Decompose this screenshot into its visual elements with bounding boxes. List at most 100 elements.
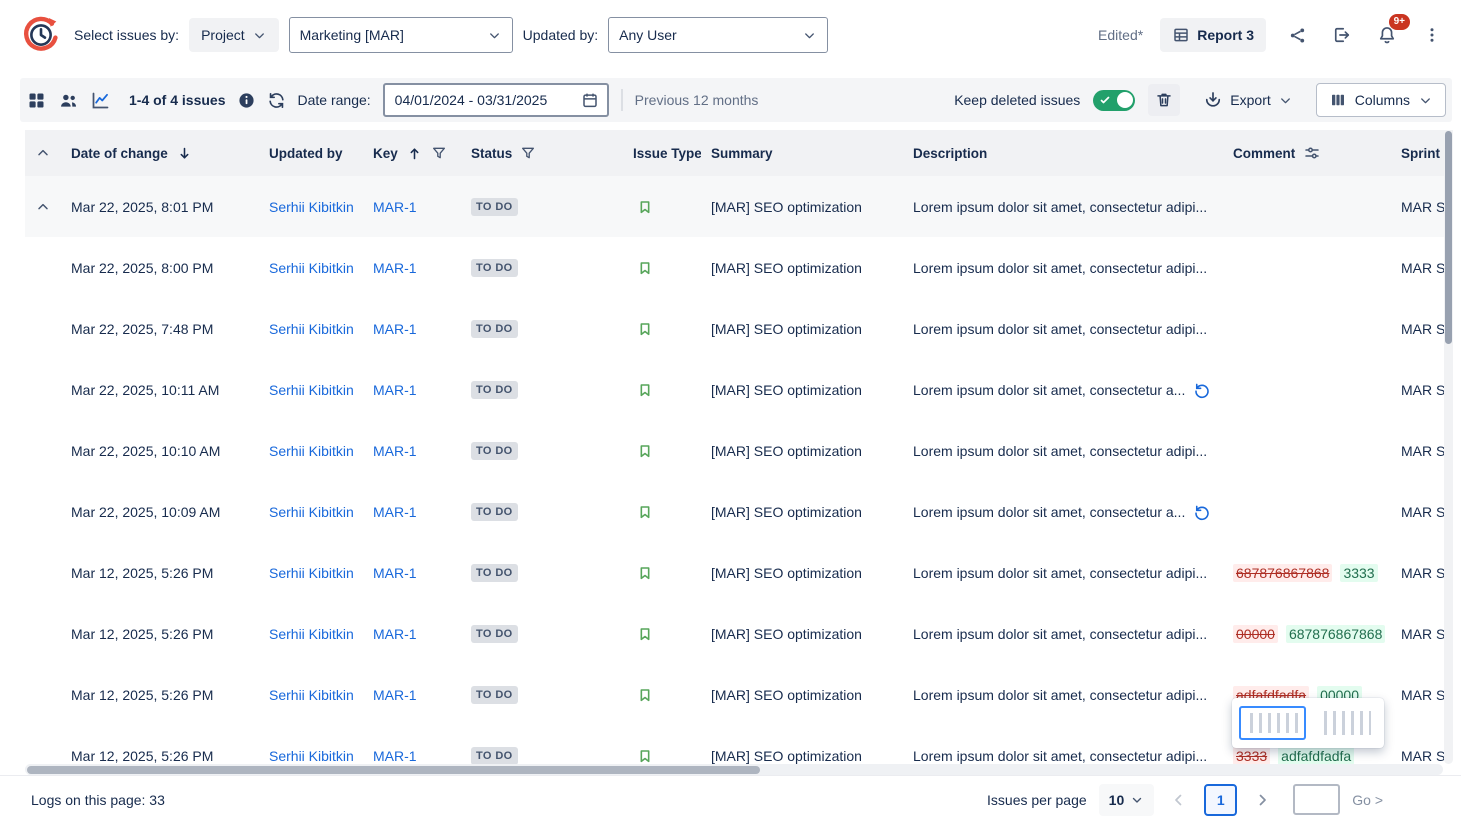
issue-key-link[interactable]: MAR-1 — [373, 748, 417, 764]
issue-key-link[interactable]: MAR-1 — [373, 382, 417, 398]
history-icon[interactable] — [1193, 381, 1211, 399]
table-row[interactable]: Mar 22, 2025, 8:01 PM Serhii Kibitkin MAR-… — [25, 176, 1453, 237]
table-row[interactable]: Mar 12, 2025, 5:26 PM Serhii Kibitkin MAR-… — [25, 542, 1453, 603]
prev-page-icon[interactable] — [1166, 787, 1192, 813]
issue-key-link[interactable]: MAR-1 — [373, 626, 417, 642]
check-icon — [1099, 94, 1111, 106]
sort-desc-icon[interactable] — [176, 145, 193, 162]
delete-report-button[interactable] — [1148, 84, 1180, 116]
columns-button[interactable]: Columns — [1316, 83, 1446, 117]
info-icon[interactable] — [238, 92, 255, 109]
notification-badge: 9+ — [1389, 14, 1410, 30]
description-cell: Lorem ipsum dolor sit amet, consectetur … — [903, 321, 1223, 337]
column-header-description[interactable]: Description — [903, 146, 1223, 161]
keep-deleted-toggle[interactable] — [1093, 90, 1135, 111]
users-view-icon[interactable] — [58, 90, 79, 111]
vertical-scrollbar[interactable] — [1444, 130, 1453, 764]
export-button[interactable]: Export — [1193, 83, 1302, 117]
status-badge: TO DO — [471, 686, 518, 704]
issue-key-link[interactable]: MAR-1 — [373, 321, 417, 337]
date-of-change-cell: Mar 22, 2025, 8:00 PM — [61, 260, 259, 276]
vertical-scrollbar-thumb[interactable] — [1445, 131, 1452, 344]
chart-view-icon[interactable] — [90, 90, 111, 111]
date-of-change-cell: Mar 22, 2025, 10:10 AM — [61, 443, 259, 459]
report-button-label: Report 3 — [1197, 27, 1254, 43]
current-page[interactable]: 1 — [1204, 784, 1237, 816]
comment-old-value: 3333 — [1233, 747, 1270, 765]
export-app-icon[interactable] — [1328, 21, 1356, 49]
updated-by-link[interactable]: Serhii Kibitkin — [269, 199, 354, 215]
column-header-sprint[interactable]: Sprint — [1391, 146, 1451, 161]
collapse-row-icon[interactable] — [35, 199, 51, 215]
column-header-status[interactable]: Status — [461, 145, 623, 161]
per-page-select[interactable]: 10 — [1099, 784, 1155, 816]
sprint-cell: MAR S — [1391, 565, 1451, 581]
comment-settings-icon[interactable] — [1303, 144, 1321, 162]
updated-by-link[interactable]: Serhii Kibitkin — [269, 443, 354, 459]
notifications-icon[interactable]: 9+ — [1373, 21, 1401, 49]
story-issue-type-icon — [637, 198, 653, 216]
horizontal-scrollbar-thumb[interactable] — [27, 766, 760, 774]
summary-cell: [MAR] SEO optimization — [701, 565, 903, 581]
summary-cell: [MAR] SEO optimization — [701, 504, 903, 520]
filter-icon[interactable] — [431, 145, 447, 161]
popup-option[interactable] — [1315, 706, 1378, 740]
description-cell: Lorem ipsum dolor sit amet, consectetur … — [903, 381, 1223, 399]
column-header-updated-by[interactable]: Updated by — [259, 146, 363, 161]
issue-type-cell — [623, 442, 701, 460]
user-select[interactable]: Any User — [608, 17, 828, 53]
refresh-icon[interactable] — [267, 91, 286, 110]
sprint-cell: MAR S — [1391, 748, 1451, 764]
status-badge: TO DO — [471, 320, 518, 338]
next-page-icon[interactable] — [1249, 787, 1275, 813]
date-of-change-cell: Mar 22, 2025, 8:01 PM — [61, 199, 259, 215]
table-row[interactable]: Mar 22, 2025, 10:09 AMSerhii KibitkinMAR… — [25, 481, 1453, 542]
comment-new-value: 3333 — [1340, 564, 1377, 582]
issue-key-link[interactable]: MAR-1 — [373, 443, 417, 459]
column-header-comment[interactable]: Comment — [1223, 144, 1391, 162]
sort-asc-icon[interactable] — [406, 145, 423, 162]
updated-by-link[interactable]: Serhii Kibitkin — [269, 748, 354, 764]
updated-by-link[interactable]: Serhii Kibitkin — [269, 687, 354, 703]
column-header-date[interactable]: Date of change — [61, 145, 259, 162]
table-row[interactable]: Mar 22, 2025, 8:00 PM Serhii Kibitkin MAR-… — [25, 237, 1453, 298]
select-issues-by-label: Select issues by: — [74, 27, 179, 43]
issue-key-link[interactable]: MAR-1 — [373, 199, 417, 215]
share-icon[interactable] — [1283, 21, 1311, 49]
updated-by-link[interactable]: Serhii Kibitkin — [269, 626, 354, 642]
updated-by-link[interactable]: Serhii Kibitkin — [269, 382, 354, 398]
table-row[interactable]: Mar 12, 2025, 5:26 PMSerhii KibitkinMAR-… — [25, 603, 1453, 664]
go-button[interactable]: Go > — [1352, 792, 1383, 808]
more-menu-icon[interactable] — [1418, 21, 1446, 49]
collapse-all-icon[interactable] — [25, 145, 61, 161]
horizontal-scrollbar[interactable] — [25, 764, 1443, 775]
issue-key-link[interactable]: MAR-1 — [373, 260, 417, 276]
updated-by-link[interactable]: Serhii Kibitkin — [269, 504, 354, 520]
row-expander[interactable] — [25, 199, 61, 215]
goto-page-input[interactable] — [1293, 784, 1340, 815]
updated-by-link[interactable]: Serhii Kibitkin — [269, 321, 354, 337]
table-row[interactable]: Mar 22, 2025, 10:11 AMSerhii KibitkinMAR… — [25, 359, 1453, 420]
column-header-key[interactable]: Key — [363, 145, 461, 162]
history-icon[interactable] — [1193, 503, 1211, 521]
issue-key-link[interactable]: MAR-1 — [373, 504, 417, 520]
grid-view-icon[interactable] — [26, 90, 47, 111]
updated-by-link[interactable]: Serhii Kibitkin — [269, 260, 354, 276]
issue-key-link[interactable]: MAR-1 — [373, 687, 417, 703]
column-header-issue-type[interactable]: Issue Type — [623, 146, 701, 161]
table-row[interactable]: Mar 22, 2025, 7:48 PMSerhii KibitkinMAR-… — [25, 298, 1453, 359]
updated-by-link[interactable]: Serhii Kibitkin — [269, 565, 354, 581]
filter-icon[interactable] — [520, 145, 536, 161]
table-body: Mar 22, 2025, 8:01 PM Serhii Kibitkin MAR-… — [25, 176, 1453, 764]
issue-key-link[interactable]: MAR-1 — [373, 565, 417, 581]
status-badge: TO DO — [471, 747, 518, 764]
date-of-change-cell: Mar 12, 2025, 5:26 PM — [61, 565, 259, 581]
chevron-down-icon — [1418, 93, 1433, 108]
column-header-summary[interactable]: Summary — [701, 146, 903, 161]
date-range-input[interactable]: 04/01/2024 - 03/31/2025 — [383, 83, 609, 117]
project-select[interactable]: Marketing [MAR] — [289, 17, 513, 53]
issue-source-dropdown[interactable]: Project — [189, 18, 279, 52]
table-row[interactable]: Mar 22, 2025, 10:10 AM Serhii Kibitkin MAR… — [25, 420, 1453, 481]
popup-option-selected[interactable] — [1239, 706, 1306, 740]
report-button[interactable]: Report 3 — [1160, 18, 1266, 52]
